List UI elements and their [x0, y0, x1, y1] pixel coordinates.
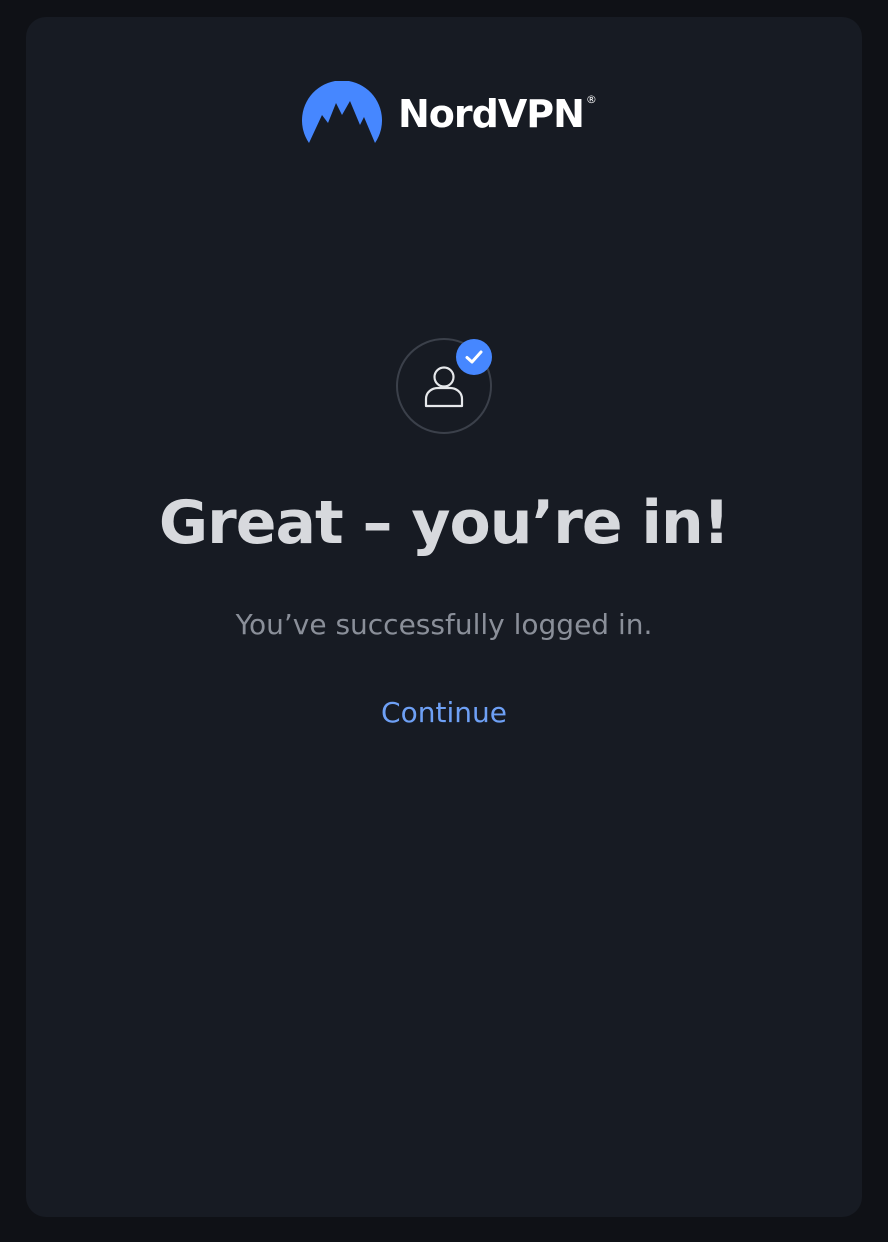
check-icon	[456, 339, 492, 375]
brand-name: NordVPN	[398, 92, 585, 136]
page-title: Great – you’re in!	[158, 488, 730, 558]
success-message: You’ve successfully logged in.	[235, 608, 653, 641]
nordvpn-logo: NordVPN ®	[302, 81, 597, 147]
login-success-card: NordVPN ® Great – you’re in! You’ve succ…	[26, 17, 862, 1217]
continue-link[interactable]: Continue	[344, 693, 544, 733]
registered-mark: ®	[585, 93, 597, 106]
nordvpn-mountain-logo-icon	[302, 81, 382, 143]
